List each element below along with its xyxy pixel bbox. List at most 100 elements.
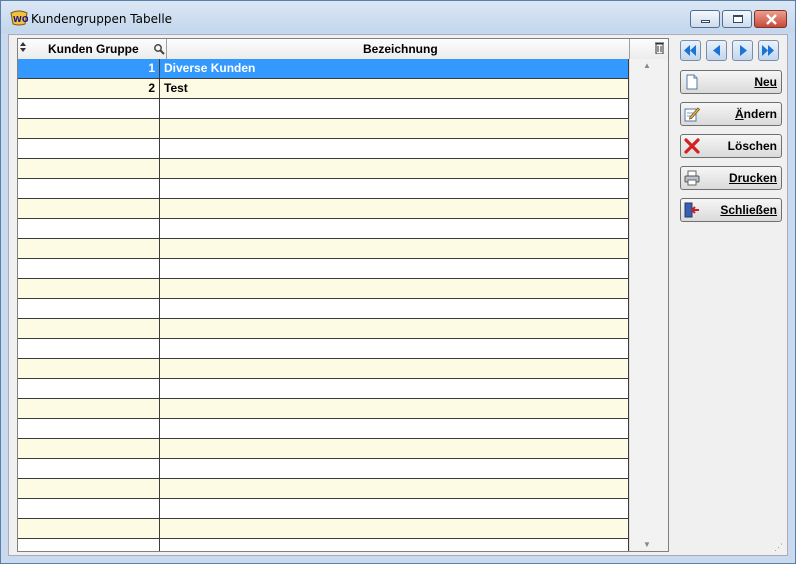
cell-kunden-gruppe[interactable] [18,119,160,138]
cell-bezeichnung[interactable] [161,439,629,458]
printer-icon [684,170,700,186]
table-row[interactable]: 1 Diverse Kunden [18,59,629,79]
cell-bezeichnung[interactable] [161,239,629,258]
table-row[interactable] [18,479,629,499]
cell-kunden-gruppe[interactable] [18,299,160,318]
cell-kunden-gruppe[interactable] [18,239,160,258]
cell-kunden-gruppe[interactable] [18,439,160,458]
cell-kunden-gruppe[interactable] [18,419,160,438]
table-row[interactable] [18,259,629,279]
cell-kunden-gruppe[interactable] [18,319,160,338]
title-bar[interactable]: WO Kundengruppen Tabelle [1,1,795,33]
table-row[interactable] [18,399,629,419]
cell-kunden-gruppe[interactable] [18,339,160,358]
next-record-button[interactable] [732,40,753,61]
exit-door-icon [684,202,699,218]
cell-bezeichnung[interactable] [161,359,629,378]
table-row[interactable] [18,239,629,259]
cell-bezeichnung[interactable] [161,519,629,538]
cell-bezeichnung[interactable] [161,279,629,298]
cell-bezeichnung[interactable] [161,139,629,158]
table-row[interactable] [18,119,629,139]
cell-bezeichnung[interactable]: Test [161,79,629,98]
table-row[interactable] [18,539,629,551]
cell-bezeichnung[interactable] [161,499,629,518]
cell-bezeichnung[interactable] [161,219,629,238]
cell-bezeichnung[interactable] [161,399,629,418]
table-row[interactable] [18,139,629,159]
cell-bezeichnung[interactable] [161,299,629,318]
cell-kunden-gruppe[interactable] [18,219,160,238]
table-row[interactable] [18,419,629,439]
new-button[interactable]: Neu [680,70,782,94]
cell-bezeichnung[interactable] [161,119,629,138]
column-header-bezeichnung[interactable]: Bezeichnung [363,39,438,59]
table-row[interactable] [18,439,629,459]
vertical-scrollbar[interactable]: ▲ ▼ [629,59,668,551]
table-row[interactable] [18,319,629,339]
cell-kunden-gruppe[interactable] [18,499,160,518]
print-button[interactable]: Drucken [680,166,782,190]
maximize-button[interactable] [722,10,752,28]
resize-grip-icon[interactable]: ⋰ [774,542,783,553]
cell-kunden-gruppe[interactable] [18,139,160,158]
table-row[interactable] [18,299,629,319]
cell-kunden-gruppe[interactable] [18,179,160,198]
cell-bezeichnung[interactable] [161,319,629,338]
first-record-button[interactable] [680,40,701,61]
delete-button[interactable]: Löschen [680,134,782,158]
cell-bezeichnung[interactable] [161,459,629,478]
cell-kunden-gruppe[interactable] [18,259,160,278]
edit-button[interactable]: Ändern [680,102,782,126]
cell-kunden-gruppe[interactable] [18,539,160,551]
table-row[interactable] [18,499,629,519]
scroll-up-arrow-icon[interactable]: ▲ [643,61,651,70]
cell-kunden-gruppe[interactable] [18,459,160,478]
cell-kunden-gruppe[interactable] [18,99,160,118]
cell-bezeichnung[interactable] [161,339,629,358]
scroll-down-arrow-icon[interactable]: ▼ [643,540,651,549]
last-record-button[interactable] [758,40,779,61]
table-row[interactable] [18,379,629,399]
table-row[interactable] [18,99,629,119]
cell-bezeichnung[interactable] [161,259,629,278]
table-row[interactable] [18,459,629,479]
close-button[interactable] [754,10,787,28]
delete-filter-icon[interactable] [655,42,664,54]
cell-bezeichnung[interactable] [161,379,629,398]
previous-record-button[interactable] [706,40,727,61]
cell-bezeichnung[interactable] [161,419,629,438]
cell-kunden-gruppe[interactable]: 1 [18,59,160,78]
table-row[interactable] [18,199,629,219]
cell-kunden-gruppe[interactable] [18,159,160,178]
table-row[interactable] [18,159,629,179]
close-form-button[interactable]: Schließen [680,198,782,222]
cell-kunden-gruppe[interactable] [18,359,160,378]
table-row[interactable] [18,179,629,199]
cell-bezeichnung[interactable]: Diverse Kunden [161,59,629,78]
cell-kunden-gruppe[interactable] [18,399,160,418]
cell-kunden-gruppe[interactable] [18,279,160,298]
table-row[interactable] [18,279,629,299]
cell-kunden-gruppe[interactable] [18,379,160,398]
cell-kunden-gruppe[interactable] [18,479,160,498]
table-row[interactable] [18,519,629,539]
cell-bezeichnung[interactable] [161,179,629,198]
table-row[interactable] [18,339,629,359]
cell-bezeichnung[interactable] [161,159,629,178]
cell-kunden-gruppe[interactable]: 2 [18,79,160,98]
cell-kunden-gruppe[interactable] [18,519,160,538]
search-key-icon[interactable] [153,43,165,55]
data-grid[interactable]: Kunden Gruppe Bezeichnung 1 Diverse Kunde… [17,38,669,552]
cell-bezeichnung[interactable] [161,539,629,551]
cell-bezeichnung[interactable] [161,99,629,118]
cell-bezeichnung[interactable] [161,199,629,218]
sort-arrows-icon[interactable] [20,42,26,52]
table-row[interactable] [18,359,629,379]
table-row[interactable]: 2 Test [18,79,629,99]
cell-bezeichnung[interactable] [161,479,629,498]
minimize-button[interactable] [690,10,720,28]
cell-kunden-gruppe[interactable] [18,199,160,218]
table-row[interactable] [18,219,629,239]
column-header-kunden-gruppe[interactable]: Kunden Gruppe [48,39,139,59]
